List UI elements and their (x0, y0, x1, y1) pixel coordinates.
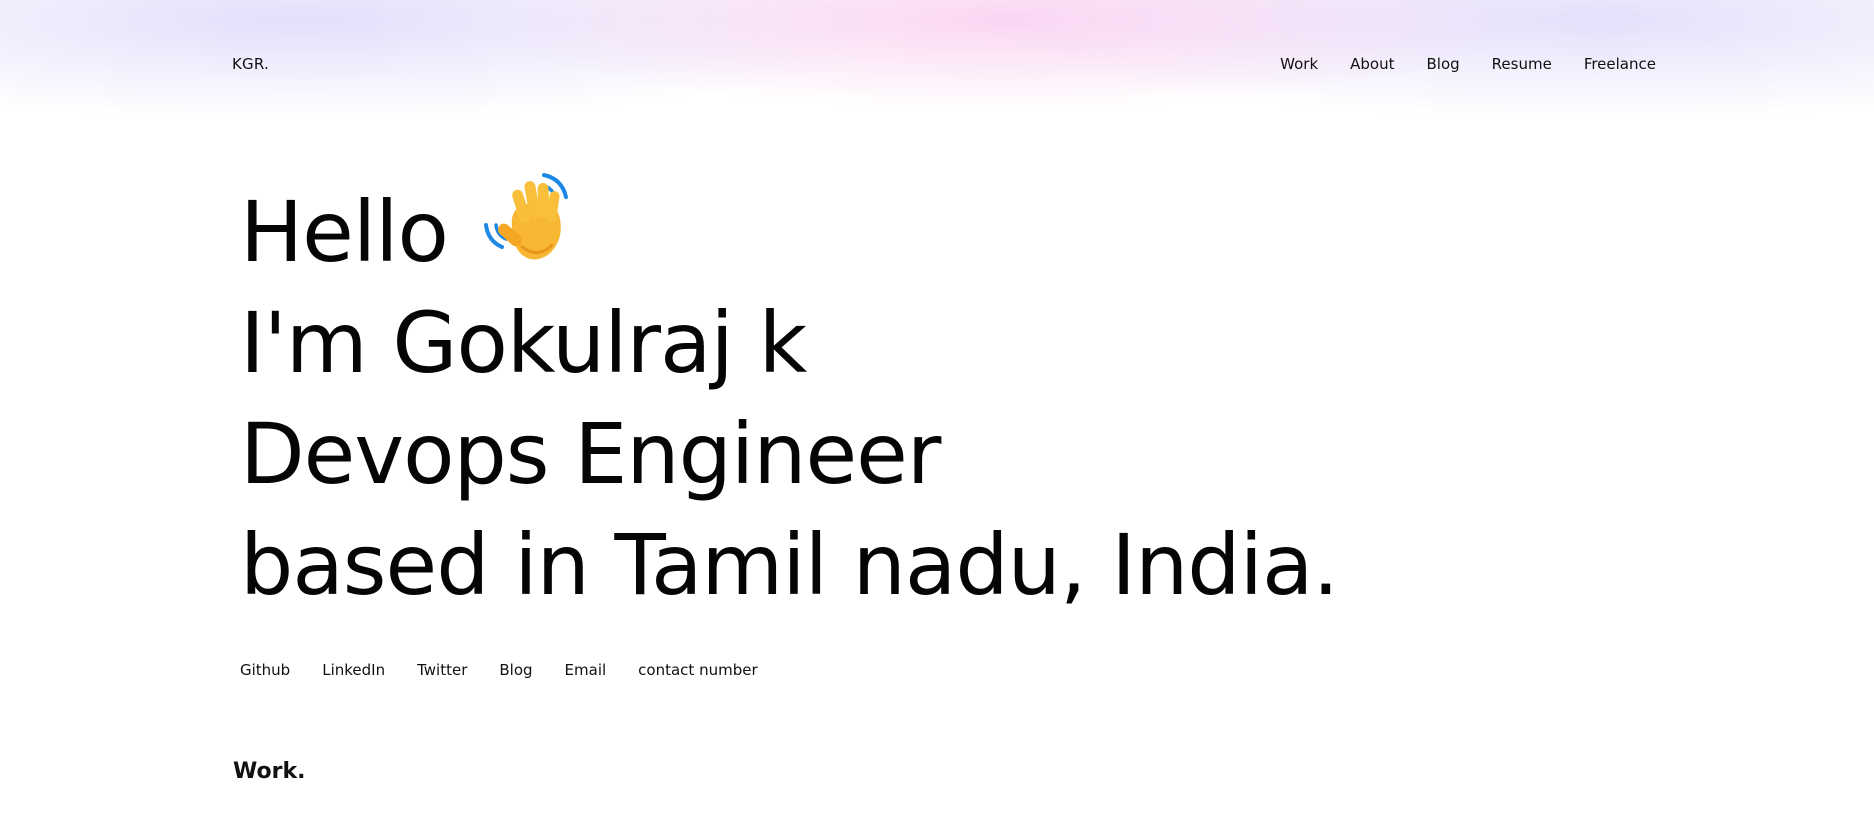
main-nav: Work About Blog Resume Freelance (1248, 55, 1656, 73)
hero-line-location: based in Tamil nadu, India. (240, 516, 1339, 614)
social-links: Github LinkedIn Twitter Blog Email conta… (240, 661, 790, 679)
work-section-title: Work. (233, 759, 306, 785)
waving-hand-icon (482, 167, 582, 267)
github-link[interactable]: Github (240, 661, 290, 679)
hero-line-role: Devops Engineer (240, 405, 941, 503)
contact-number-link[interactable]: contact number (638, 661, 757, 679)
site-logo[interactable]: KGR. (232, 55, 269, 73)
twitter-link[interactable]: Twitter (417, 661, 467, 679)
linkedin-link[interactable]: LinkedIn (322, 661, 385, 679)
nav-about-link[interactable]: About (1350, 55, 1394, 73)
email-link[interactable]: Email (565, 661, 607, 679)
nav-freelance-link[interactable]: Freelance (1584, 55, 1656, 73)
hero-line-name: I'm Gokulraj k (240, 294, 807, 392)
top-navigation-bar: KGR. Work About Blog Resume Freelance (232, 55, 1656, 79)
hero-intro: Hello I'm Gokulraj k Devops Engineer bas… (240, 167, 1339, 621)
nav-work-link[interactable]: Work (1280, 55, 1318, 73)
hero-hello-text: Hello (240, 183, 449, 281)
hero-line-greeting: Hello (240, 167, 1338, 288)
nav-resume-link[interactable]: Resume (1492, 55, 1552, 73)
blog-link[interactable]: Blog (499, 661, 532, 679)
nav-blog-link[interactable]: Blog (1427, 55, 1460, 73)
